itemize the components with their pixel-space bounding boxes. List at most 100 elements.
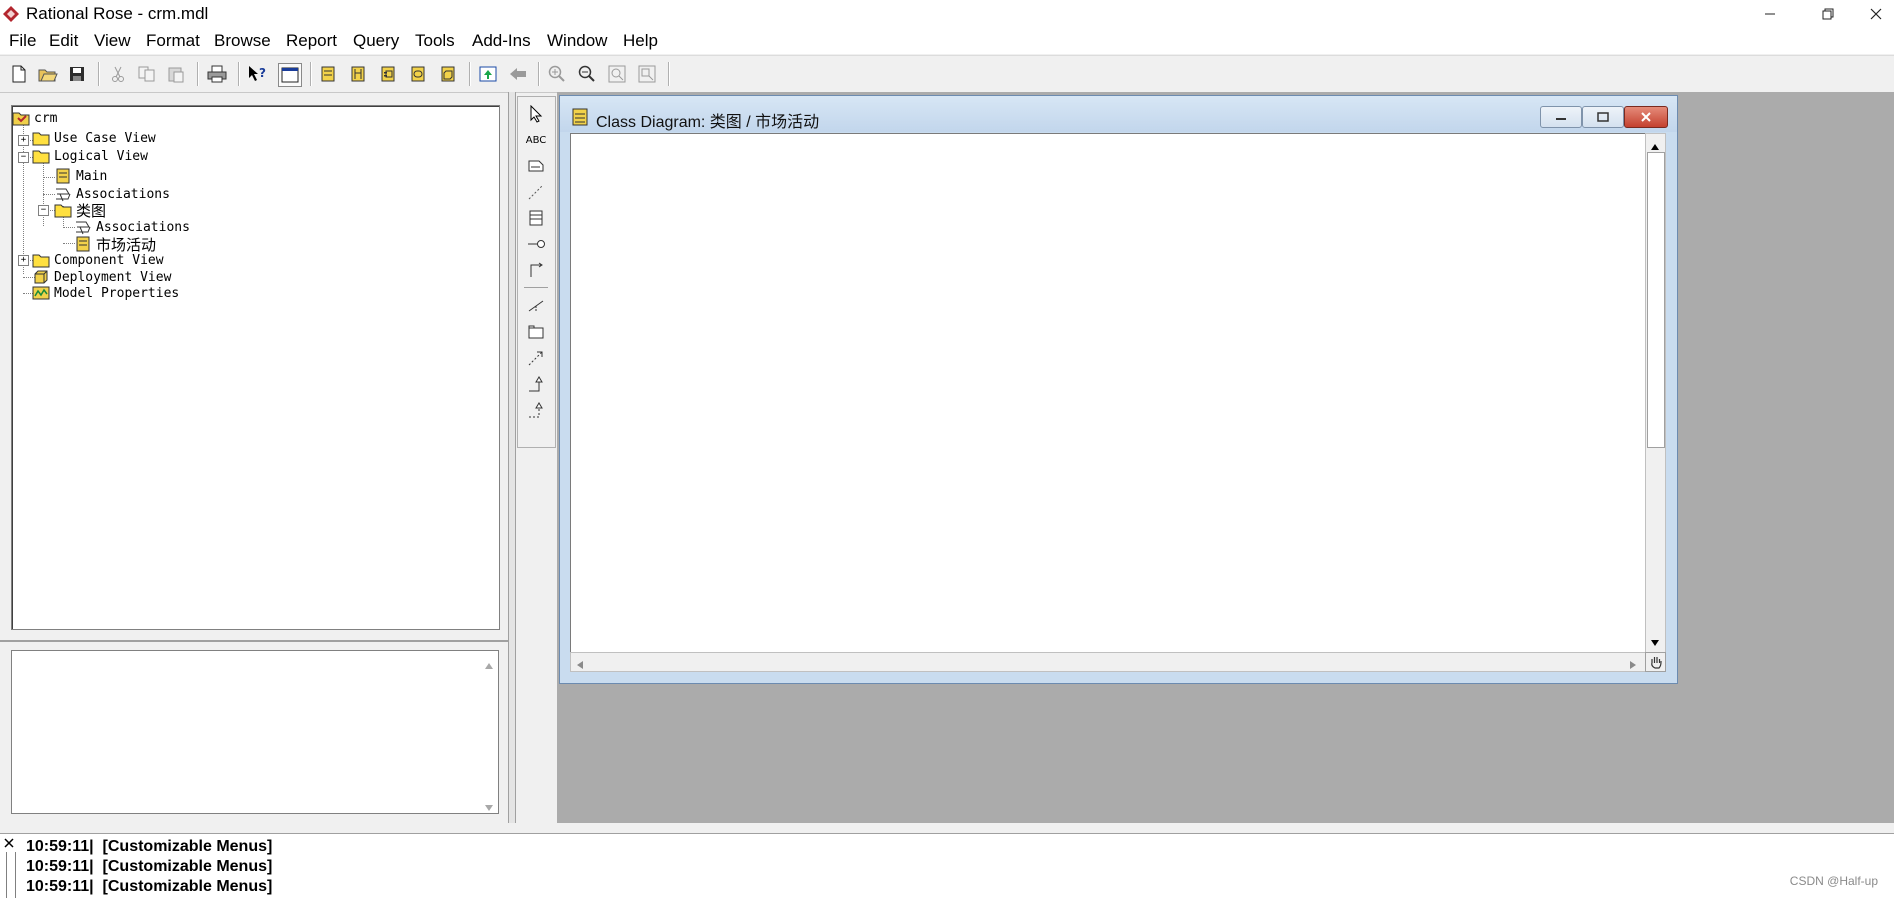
menu-view[interactable]: View <box>94 31 131 51</box>
realize-tool-icon[interactable] <box>524 399 548 421</box>
diagram-minimize-button[interactable] <box>1540 106 1582 128</box>
tree-item-label: Model Properties <box>54 285 180 301</box>
log-grip[interactable] <box>6 852 16 898</box>
log-line: 10:59:11| [Customizable Menus] <box>26 858 273 875</box>
menu-browse[interactable]: Browse <box>214 31 271 51</box>
browse-class-diagram-icon[interactable] <box>317 63 339 85</box>
browse-state-diagram-icon[interactable] <box>407 63 429 85</box>
context-help-icon[interactable]: ? <box>246 63 268 85</box>
pan-hand-icon[interactable] <box>1645 652 1666 672</box>
diagram-canvas[interactable] <box>570 133 1648 654</box>
tree-item-label: Use Case View <box>54 130 156 146</box>
fit-in-window-icon[interactable] <box>606 63 628 85</box>
class-diagram-icon <box>572 108 588 131</box>
log-line: 10:59:11| [Customizable Menus] <box>26 878 273 895</box>
browse-component-diagram-icon[interactable] <box>377 63 399 85</box>
vertical-scroll-thumb[interactable] <box>1647 152 1665 448</box>
menu-window[interactable]: Window <box>547 31 607 51</box>
watermark-text: CSDN @Half-up <box>1789 874 1878 888</box>
view-documentation-icon[interactable] <box>278 63 302 87</box>
generalization-tool-icon[interactable] <box>524 373 548 395</box>
tree-item-logical-view[interactable]: Logical View <box>32 146 148 166</box>
folder-icon <box>32 148 50 164</box>
tree-item-label: Component View <box>54 252 164 268</box>
menu-query[interactable]: Query <box>353 31 399 51</box>
unidirectional-association-icon[interactable] <box>524 259 548 281</box>
doc-scrollbar[interactable] <box>480 651 498 813</box>
text-box-tool[interactable]: ABC <box>524 129 548 151</box>
dependency-tool-icon[interactable] <box>524 347 548 369</box>
menu-tools[interactable]: Tools <box>415 31 455 51</box>
new-file-icon[interactable] <box>8 63 30 85</box>
menu-edit[interactable]: Edit <box>49 31 78 51</box>
restore-button[interactable] <box>1800 0 1856 28</box>
anchor-note-tool-icon[interactable] <box>524 181 548 203</box>
window-title: Rational Rose - crm.mdl <box>26 4 209 23</box>
svg-text:?: ? <box>259 66 266 80</box>
note-tool-icon[interactable] <box>524 155 548 177</box>
copy-icon[interactable] <box>136 63 158 85</box>
tree-item-use-case-view[interactable]: Use Case View <box>32 128 156 148</box>
expand-use-case-view[interactable]: + <box>18 135 29 146</box>
scroll-right-icon[interactable] <box>1629 657 1637 675</box>
collapse-class-diagram-folder[interactable]: − <box>38 205 49 216</box>
menu-add-ins[interactable]: Add-Ins <box>472 31 531 51</box>
print-icon[interactable] <box>206 63 228 85</box>
menu-format[interactable]: Format <box>146 31 200 51</box>
tree-item-root[interactable]: crm <box>12 108 57 128</box>
browse-interaction-diagram-icon[interactable] <box>347 63 369 85</box>
diagram-window-title: Class Diagram: 类图 / 市场活动 <box>596 114 820 131</box>
browse-parent-icon[interactable] <box>477 63 499 85</box>
package-tool-icon[interactable] <box>524 321 548 343</box>
diagram-restore-button[interactable] <box>1582 106 1624 128</box>
class-tool-icon[interactable] <box>524 207 548 229</box>
expand-component-view[interactable]: + <box>18 255 29 266</box>
model-browser-tree[interactable]: + − − + crm Use Case View Logical View M… <box>11 105 500 630</box>
folder-icon <box>32 130 50 146</box>
log-window[interactable]: 10:59:11| [Customizable Menus] 10:59:11|… <box>0 833 1894 899</box>
tree-item-label: Main <box>76 168 108 184</box>
title-bar: Rational Rose - crm.mdl <box>0 0 1894 28</box>
association-class-icon[interactable] <box>524 295 548 317</box>
undo-fit-in-window-icon[interactable] <box>636 63 658 85</box>
tree-item-model-properties[interactable]: Model Properties <box>32 283 179 303</box>
paste-icon[interactable] <box>165 63 187 85</box>
standard-toolbar: ? <box>0 55 1894 93</box>
tree-item-label: Logical View <box>54 148 148 164</box>
save-icon[interactable] <box>66 63 88 85</box>
menu-bar: File Edit View Format Browse Report Quer… <box>0 28 1894 54</box>
diagram-vertical-scrollbar[interactable] <box>1645 133 1666 654</box>
menu-report[interactable]: Report <box>286 31 337 51</box>
log-close-icon[interactable] <box>2 836 16 850</box>
menu-file[interactable]: File <box>9 31 36 51</box>
zoom-in-icon[interactable] <box>546 63 568 85</box>
diagram-toolbox: ABC <box>517 96 556 448</box>
scroll-down-icon[interactable] <box>484 799 494 817</box>
cut-icon[interactable] <box>107 63 129 85</box>
zoom-out-icon[interactable] <box>576 63 598 85</box>
browse-deployment-diagram-icon[interactable] <box>437 63 459 85</box>
menu-help[interactable]: Help <box>623 31 658 51</box>
rational-rose-icon <box>2 5 20 23</box>
model-icon <box>12 110 30 126</box>
selection-arrow-icon[interactable] <box>524 103 548 125</box>
associations-icon <box>74 219 92 235</box>
open-folder-icon[interactable] <box>37 63 59 85</box>
log-line: 10:59:11| [Customizable Menus] <box>26 838 273 855</box>
vertical-splitter[interactable] <box>508 92 516 823</box>
diagram-horizontal-scrollbar[interactable] <box>570 652 1647 672</box>
scroll-left-icon[interactable] <box>576 657 584 675</box>
close-button[interactable] <box>1858 0 1894 28</box>
minimize-button[interactable] <box>1742 0 1798 28</box>
collapse-logical-view[interactable]: − <box>18 152 29 163</box>
documentation-pane[interactable] <box>11 650 499 814</box>
model-properties-icon <box>32 285 50 301</box>
browse-previous-diagram-icon[interactable] <box>507 63 529 85</box>
tree-item-main[interactable]: Main <box>54 166 107 186</box>
scroll-down-icon[interactable] <box>1650 634 1660 652</box>
pane-splitter[interactable] <box>0 640 508 642</box>
interface-tool-icon[interactable] <box>524 233 548 255</box>
diagram-close-button[interactable] <box>1624 106 1668 128</box>
scroll-up-icon[interactable] <box>484 657 494 675</box>
folder-icon <box>32 252 50 268</box>
